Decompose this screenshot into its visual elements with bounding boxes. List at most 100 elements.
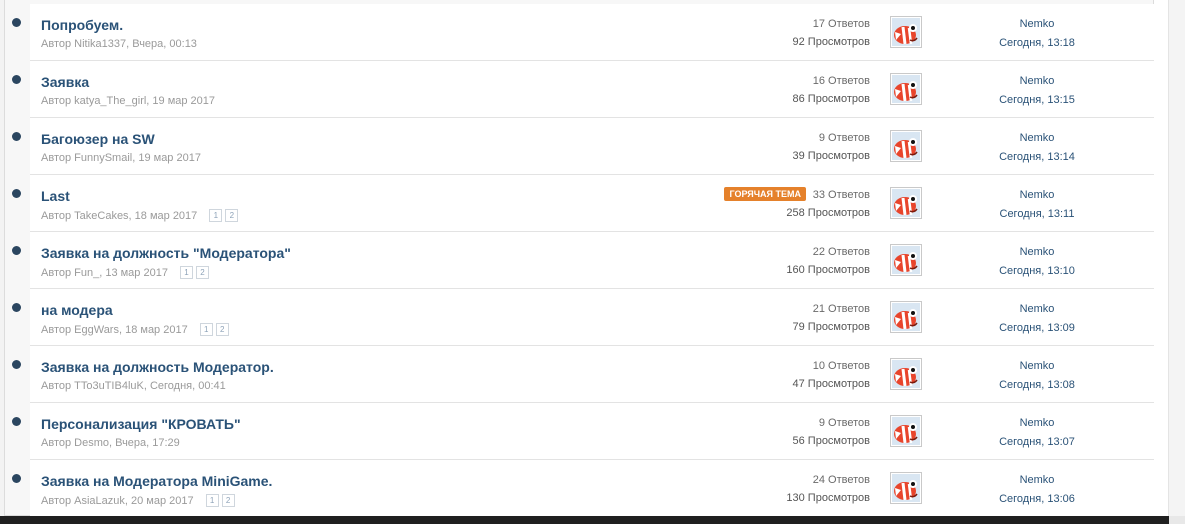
thread-author[interactable]: Автор TTo3uTIB4luK, Сегодня, 00:41	[41, 380, 226, 392]
last-poster-avatar[interactable]	[890, 130, 922, 162]
page-link[interactable]: 1	[205, 494, 219, 507]
thread-author[interactable]: Автор AsiaLazuk, 20 мар 2017	[41, 495, 194, 507]
thread-author-line[interactable]: Автор Nitika1337, Вчера, 00:13	[41, 38, 197, 50]
page-link[interactable]: 2	[221, 494, 235, 507]
last-poster-avatar[interactable]	[890, 415, 922, 447]
page-link[interactable]: 2	[195, 266, 209, 279]
thread-author[interactable]: Автор katya_The_girl, 19 мар 2017	[41, 95, 215, 107]
unread-indicator-icon	[12, 132, 21, 141]
last-poster-name[interactable]: Nemko	[990, 360, 1084, 372]
thread-replies: 17 Ответов	[812, 18, 870, 30]
unread-indicator-icon	[12, 474, 21, 483]
bottom-corner	[1169, 516, 1185, 524]
last-poster-name[interactable]: Nemko	[990, 246, 1084, 258]
last-poster-avatar[interactable]	[890, 358, 922, 390]
thread-title[interactable]: Заявка на Модератора MiniGame.	[41, 473, 272, 489]
last-poster-name[interactable]: Nemko	[990, 474, 1084, 486]
last-poster-avatar[interactable]	[890, 301, 922, 333]
thread-author-line[interactable]: Автор TTo3uTIB4luK, Сегодня, 00:41	[41, 380, 226, 392]
thread-title[interactable]: Заявка	[41, 74, 89, 90]
last-post-time[interactable]: Сегодня, 13:08	[990, 379, 1084, 391]
page-link[interactable]: 1	[209, 209, 223, 222]
fish-avatar-icon	[892, 75, 920, 103]
last-poster-name[interactable]: Nemko	[990, 18, 1084, 30]
thread-author-line[interactable]: Автор AsiaLazuk, 20 мар 2017 12	[41, 494, 235, 507]
thread-row: на модера Автор EggWars, 18 мар 2017 12 …	[30, 289, 1154, 346]
last-poster-avatar[interactable]	[890, 73, 922, 105]
last-post-time[interactable]: Сегодня, 13:18	[990, 37, 1084, 49]
thread-author-line[interactable]: Автор katya_The_girl, 19 мар 2017	[41, 95, 215, 107]
thread-author-line[interactable]: Автор Desmo, Вчера, 17:29	[41, 437, 180, 449]
page-link[interactable]: 2	[215, 323, 229, 336]
thread-replies: 22 Ответов	[812, 246, 870, 258]
thread-replies: 33 Ответов	[812, 189, 870, 201]
fish-avatar-icon	[892, 474, 920, 502]
page-link[interactable]: 2	[225, 209, 239, 222]
fish-avatar-icon	[892, 18, 920, 46]
last-post-time[interactable]: Сегодня, 13:07	[990, 436, 1084, 448]
thread-title[interactable]: Заявка на должность "Модератора"	[41, 245, 291, 261]
unread-indicator-icon	[12, 18, 21, 27]
thread-views: 258 Просмотров	[786, 207, 870, 219]
unread-indicator-icon	[12, 303, 21, 312]
thread-views: 130 Просмотров	[786, 492, 870, 504]
thread-replies: 21 Ответов	[812, 303, 870, 315]
thread-title[interactable]: Персонализация "КРОВАТЬ"	[41, 416, 241, 432]
thread-author-line[interactable]: Автор EggWars, 18 мар 2017 12	[41, 323, 229, 336]
unread-indicator-icon	[12, 360, 21, 369]
thread-author[interactable]: Автор EggWars, 18 мар 2017	[41, 324, 188, 336]
thread-author[interactable]: Автор Desmo, Вчера, 17:29	[41, 437, 180, 449]
last-poster-name[interactable]: Nemko	[990, 189, 1084, 201]
thread-author[interactable]: Автор Nitika1337, Вчера, 00:13	[41, 38, 197, 50]
last-poster-name[interactable]: Nemko	[990, 132, 1084, 144]
last-post-time[interactable]: Сегодня, 13:14	[990, 151, 1084, 163]
thread-title[interactable]: Багоюзер на SW	[41, 131, 155, 147]
last-post-time[interactable]: Сегодня, 13:15	[990, 94, 1084, 106]
last-poster-name[interactable]: Nemko	[990, 303, 1084, 315]
page-link[interactable]: 1	[199, 323, 213, 336]
scrollbar-track[interactable]	[1169, 0, 1185, 516]
last-post-time[interactable]: Сегодня, 13:06	[990, 493, 1084, 505]
thread-views: 160 Просмотров	[786, 264, 870, 276]
last-poster-avatar[interactable]	[890, 187, 922, 219]
thread-replies: 9 Ответов	[818, 132, 870, 144]
thread-replies: 24 Ответов	[812, 474, 870, 486]
last-post-time[interactable]: Сегодня, 13:10	[990, 265, 1084, 277]
thread-pages: 12	[197, 323, 229, 336]
right-gutter	[1154, 0, 1168, 516]
thread-author-line[interactable]: Автор TakeCakes, 18 мар 2017 12	[41, 209, 239, 222]
thread-title[interactable]: Заявка на должность Модератор.	[41, 359, 274, 375]
last-poster-avatar[interactable]	[890, 472, 922, 504]
unread-indicator-icon	[12, 189, 21, 198]
fish-avatar-icon	[892, 303, 920, 331]
thread-title[interactable]: на модера	[41, 302, 113, 318]
thread-pages: 12	[177, 266, 209, 279]
thread-title[interactable]: Last	[41, 188, 70, 204]
last-poster-name[interactable]: Nemko	[990, 417, 1084, 429]
thread-replies: 16 Ответов	[812, 75, 870, 87]
page-link[interactable]: 1	[179, 266, 193, 279]
thread-author[interactable]: Автор TakeCakes, 18 мар 2017	[41, 210, 197, 222]
thread-views: 47 Просмотров	[792, 378, 871, 390]
last-poster-name[interactable]: Nemko	[990, 75, 1084, 87]
thread-row: Заявка на Модератора MiniGame. Автор Asi…	[30, 460, 1154, 517]
thread-views: 56 Просмотров	[792, 435, 871, 447]
thread-author-line[interactable]: Автор FunnySmail, 19 мар 2017	[41, 152, 201, 164]
fish-avatar-icon	[892, 360, 920, 388]
fish-avatar-icon	[892, 132, 920, 160]
thread-title[interactable]: Попробуем.	[41, 17, 123, 33]
unread-indicator-icon	[12, 75, 21, 84]
thread-author[interactable]: Автор Fun_, 13 мар 2017	[41, 267, 168, 279]
last-post-time[interactable]: Сегодня, 13:09	[990, 322, 1084, 334]
unread-indicator-icon	[12, 246, 21, 255]
thread-author[interactable]: Автор FunnySmail, 19 мар 2017	[41, 152, 201, 164]
thread-views: 86 Просмотров	[792, 93, 871, 105]
last-post-time[interactable]: Сегодня, 13:11	[990, 208, 1084, 220]
thread-author-line[interactable]: Автор Fun_, 13 мар 2017 12	[41, 266, 209, 279]
last-poster-avatar[interactable]	[890, 16, 922, 48]
fish-avatar-icon	[892, 189, 920, 217]
last-poster-avatar[interactable]	[890, 244, 922, 276]
thread-pages: 12	[206, 209, 239, 222]
thread-row: Заявка на должность "Модератора" Автор F…	[30, 232, 1154, 289]
thread-views: 92 Просмотров	[792, 36, 871, 48]
